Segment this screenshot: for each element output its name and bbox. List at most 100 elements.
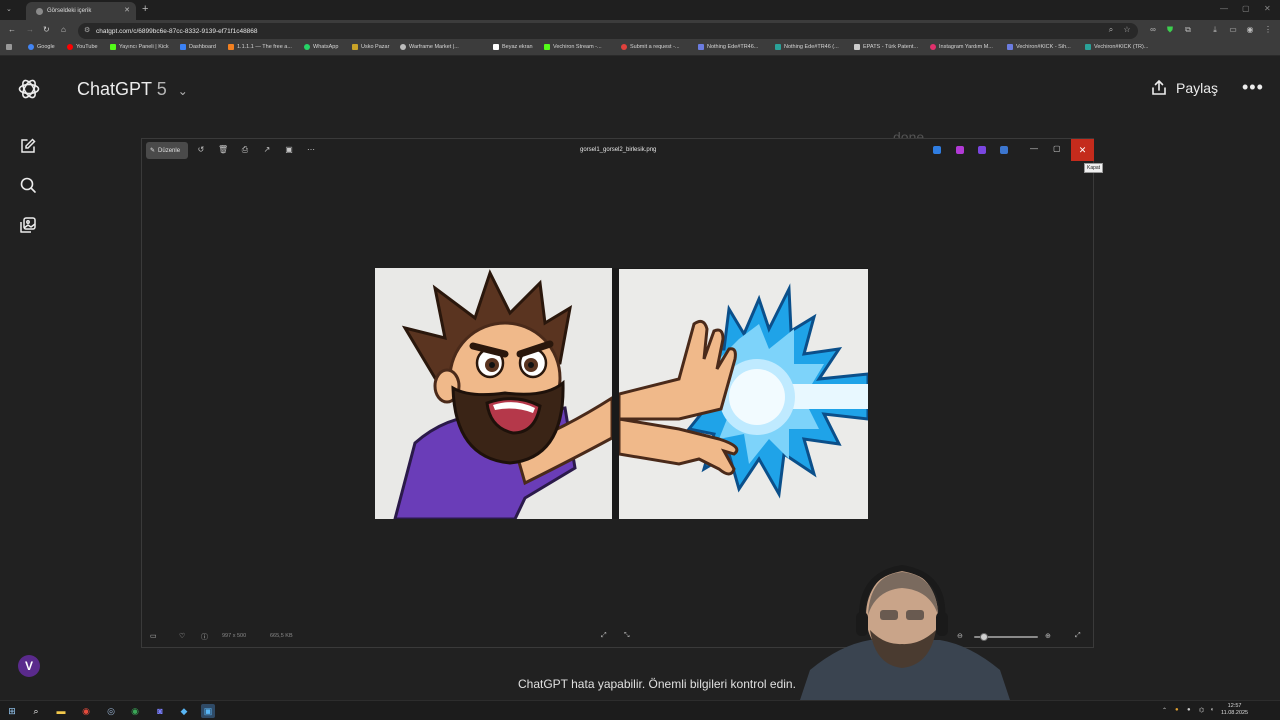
- network-icon[interactable]: ⌬: [1199, 707, 1204, 714]
- bookmark-item[interactable]: Nothing Ede#TR46 (...: [775, 44, 839, 50]
- openai-logo-icon[interactable]: [17, 77, 41, 101]
- slideshow-icon[interactable]: ▣: [284, 145, 294, 155]
- minimize-icon[interactable]: —: [1030, 144, 1038, 153]
- back-icon[interactable]: ←: [8, 25, 16, 34]
- bookmark-item[interactable]: Usko Pazar: [352, 44, 389, 50]
- bookmark-favicon-icon: [28, 44, 34, 50]
- bookmark-item[interactable]: Beyaz ekran: [493, 44, 533, 50]
- steam-icon[interactable]: ◎: [104, 704, 118, 718]
- favorite-heart-icon[interactable]: ♡: [179, 632, 185, 640]
- browser-tab[interactable]: Görseldeki içerik ✕: [26, 2, 136, 20]
- model-selector[interactable]: ChatGPT 5 ⌄: [77, 79, 188, 100]
- file-explorer-icon[interactable]: ▬: [54, 704, 68, 718]
- bookmark-item[interactable]: EPATS - Türk Patent...: [854, 44, 918, 50]
- bookmark-item[interactable]: Google: [28, 44, 55, 50]
- webcam-overlay: [800, 564, 1010, 700]
- shield-extension-icon[interactable]: ⛊: [1165, 25, 1175, 35]
- fullscreen-icon[interactable]: ⤢: [1075, 632, 1081, 640]
- home-icon[interactable]: ⌂: [61, 25, 66, 34]
- more-options-icon[interactable]: •••: [1242, 77, 1264, 98]
- window-minimize-button[interactable]: —: [1220, 4, 1228, 13]
- bookmark-item[interactable]: Dashboard: [180, 44, 216, 50]
- bookmark-favicon-icon: [304, 44, 310, 50]
- share-label: Paylaş: [1176, 80, 1219, 96]
- more-options-icon[interactable]: ⋯: [306, 145, 316, 155]
- forward-icon[interactable]: →: [26, 25, 34, 34]
- profile-avatar-icon[interactable]: ◉: [1245, 25, 1255, 35]
- user-avatar[interactable]: V: [18, 655, 40, 677]
- bookmark-item[interactable]: Vechiron Stream -...: [544, 44, 602, 50]
- share-button[interactable]: Paylaş: [1150, 79, 1218, 97]
- bookmark-favicon-icon: [352, 44, 358, 50]
- info-icon[interactable]: ⓘ: [201, 632, 208, 642]
- tray-app-icon[interactable]: ●: [1187, 707, 1191, 713]
- onedrive-icon[interactable]: [1000, 146, 1008, 154]
- bookmark-item[interactable]: Nothing Ede#TR46...: [698, 44, 758, 50]
- app-icon[interactable]: [956, 146, 964, 154]
- actual-size-icon[interactable]: ⤡: [624, 632, 630, 640]
- search-icon[interactable]: [19, 176, 37, 194]
- file-size: 665,5 KB: [270, 633, 293, 639]
- discord-icon[interactable]: ◙: [153, 704, 167, 718]
- tray-chevron-icon[interactable]: ⌃: [1162, 707, 1167, 714]
- library-images-icon[interactable]: [19, 216, 37, 234]
- bookmark-favicon-icon: [775, 44, 781, 50]
- chevron-down-icon: ⌄: [177, 84, 188, 98]
- app-icon[interactable]: ◉: [79, 704, 93, 718]
- zoom-search-icon[interactable]: ⌕: [1106, 25, 1116, 35]
- search-icon[interactable]: ⌕: [29, 704, 43, 718]
- app-icon[interactable]: [933, 146, 941, 154]
- extensions-puzzle-icon[interactable]: ⧉: [1183, 25, 1193, 35]
- tab-search-icon[interactable]: ⌄: [6, 5, 12, 13]
- tab-close-icon[interactable]: ✕: [124, 6, 130, 14]
- bookmark-favicon-icon: [930, 44, 936, 50]
- window-maximize-button[interactable]: ▢: [1242, 4, 1250, 13]
- rotate-icon[interactable]: ↺: [196, 145, 206, 155]
- bookmark-item[interactable]: Submit a request -...: [621, 44, 680, 50]
- bookmark-star-icon[interactable]: ☆: [1122, 25, 1132, 35]
- site-info-icon[interactable]: ⚙: [84, 27, 92, 35]
- tray-app-icon[interactable]: ●: [1175, 707, 1179, 713]
- apps-grid-icon[interactable]: [6, 44, 15, 50]
- edit-pencil-icon: ✎: [150, 148, 156, 154]
- bookmark-item[interactable]: Instagram Yardım M...: [930, 44, 993, 50]
- split-view-icon[interactable]: ▭: [1228, 25, 1238, 35]
- fit-to-window-icon[interactable]: ⤢: [601, 632, 607, 640]
- app-icon[interactable]: ◆: [177, 704, 191, 718]
- bookmark-item[interactable]: 1.1.1.1 — The free a...: [228, 44, 292, 50]
- system-clock[interactable]: 12:57 11.08.2025: [1221, 703, 1248, 717]
- filmstrip-icon[interactable]: ▭: [150, 632, 157, 640]
- print-icon[interactable]: ⎙: [240, 145, 250, 155]
- browser-menu-icon[interactable]: ⋮: [1263, 25, 1273, 35]
- reload-icon[interactable]: ↻: [43, 25, 50, 34]
- window-close-button[interactable]: ✕: [1264, 4, 1271, 13]
- copilot-icon[interactable]: [978, 146, 986, 154]
- bookmark-item[interactable]: YouTube: [67, 44, 98, 50]
- displayed-image[interactable]: [375, 268, 868, 519]
- zoom-in-icon[interactable]: ⊕: [1045, 632, 1051, 640]
- bookmark-favicon-icon: [544, 44, 550, 50]
- delete-icon[interactable]: 🗑: [218, 145, 228, 155]
- start-menu-icon[interactable]: ⊞: [5, 704, 19, 718]
- bookmark-favicon-icon: [1085, 44, 1091, 50]
- bookmark-item[interactable]: Warframe Market |...: [400, 44, 459, 50]
- bookmark-item[interactable]: Vechiron#KICK (TR)...: [1085, 44, 1148, 50]
- close-button[interactable]: ✕: [1071, 139, 1094, 161]
- new-chat-icon[interactable]: [19, 137, 37, 155]
- maximize-icon[interactable]: ▢: [1053, 144, 1061, 153]
- bookmark-item[interactable]: Vechiron#KICK - Sih...: [1007, 44, 1071, 50]
- address-bar[interactable]: ⚙ chatgpt.com/c/6899bc6e-87cc-8332-9139-…: [78, 23, 1138, 39]
- photos-app-icon[interactable]: ▣: [201, 704, 215, 718]
- bookmark-item[interactable]: WhatsApp: [304, 44, 338, 50]
- chrome-icon[interactable]: ◉: [128, 704, 142, 718]
- edit-label: Düzenle: [158, 147, 181, 154]
- share-icon[interactable]: ↗: [262, 145, 272, 155]
- bookmark-item[interactable]: Yayıncı Paneli | Kick: [110, 44, 169, 50]
- edit-button[interactable]: ✎ Düzenle: [146, 142, 188, 159]
- model-name: ChatGPT: [77, 79, 152, 99]
- bookmark-favicon-icon: [67, 44, 73, 50]
- extension-icon[interactable]: ∞: [1148, 25, 1158, 35]
- new-tab-button[interactable]: +: [142, 3, 148, 15]
- downloads-icon[interactable]: ⤓: [1210, 25, 1220, 35]
- volume-icon[interactable]: ◖: [1210, 707, 1214, 713]
